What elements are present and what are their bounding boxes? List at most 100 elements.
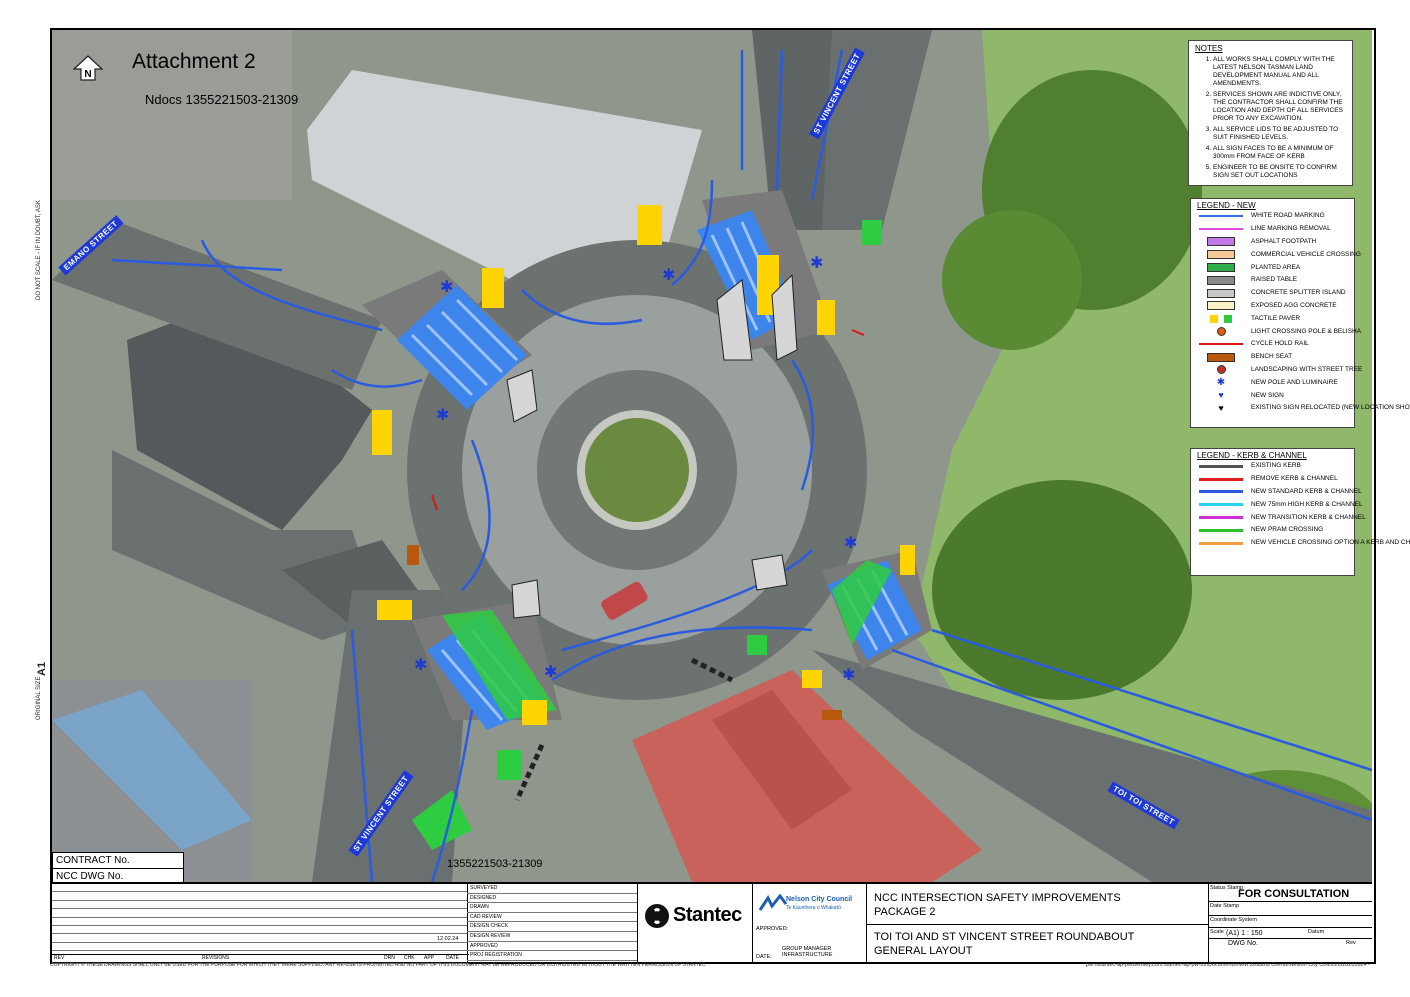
- legend-symbol: [1197, 500, 1245, 509]
- svg-text:✱: ✱: [810, 253, 823, 272]
- legend-kerb-item: NEW TRANSITION KERB & CHANNEL: [1197, 511, 1366, 524]
- legend-kerb-item: NEW STANDARD KERB & CHANNEL: [1197, 486, 1362, 499]
- legend-symbol: [1197, 275, 1245, 285]
- ndocs-reference: Ndocs 1355221503-21309: [145, 92, 299, 107]
- legend-label: LANDSCAPING WITH STREET TREE: [1251, 365, 1363, 373]
- svg-text:✱: ✱: [436, 405, 449, 424]
- svg-text:✱: ✱: [414, 655, 427, 674]
- legend-label: PLANTED AREA: [1251, 263, 1301, 271]
- north-arrow-letter: N: [84, 69, 91, 80]
- legend-label: NEW POLE AND LUMINAIRE: [1251, 378, 1338, 386]
- legend-kerb-item: NEW PRAM CROSSING: [1197, 524, 1348, 537]
- legend-kerb-channel-title: LEGEND - KERB & CHANNEL: [1197, 451, 1307, 460]
- legend-symbol: [1197, 225, 1245, 234]
- status-cell: Status Stamp FOR CONSULTATION Date Stamp…: [1208, 884, 1372, 962]
- signoff-row: CAD REVIEW: [467, 913, 637, 923]
- svg-text:✱: ✱: [544, 662, 557, 681]
- rev-label: Rev: [1346, 940, 1356, 946]
- legend-symbol: [1197, 526, 1245, 535]
- legend-label: TACTILE PAVER: [1251, 314, 1301, 322]
- legend-symbol: [1197, 513, 1245, 522]
- file-path: pw:\\stantec-ap-pw.bentley.com:stantec-a…: [1085, 962, 1370, 968]
- legend-new-item: PLANTED AREA: [1197, 261, 1348, 274]
- app-col-label: APP: [424, 955, 435, 961]
- notes-list: ALL WORKS SHALL COMPLY WITH THE LATEST N…: [1195, 56, 1346, 180]
- legend-label: CONCRETE SPLITTER ISLAND: [1251, 289, 1346, 297]
- legend-label: WHITE ROAD MARKING: [1251, 212, 1325, 220]
- legend-new-item: LIGHT CROSSING POLE & BELISHA: [1197, 325, 1361, 338]
- aerial-plan: ✱ ✱ ✱ ✱ ✱ ✱ ✱ ✱: [52, 30, 1372, 882]
- legend-symbol: [1197, 212, 1245, 221]
- legend-label: NEW STANDARD KERB & CHANNEL: [1251, 487, 1362, 495]
- legend-symbol: ✱: [1216, 377, 1226, 389]
- legend-symbol: [1197, 462, 1245, 471]
- notes-title: NOTES: [1195, 44, 1223, 53]
- legend-label: EXPOSED AGG CONCRETE: [1251, 301, 1337, 309]
- legend-new-item: ♥ EXISTING SIGN RELOCATED (NEW LOCATION S…: [1197, 402, 1410, 415]
- legend-new-item: COMMERCIAL VEHICLE CROSSING: [1197, 248, 1361, 261]
- design-date: 12.02.24: [437, 936, 459, 942]
- legend-new-item: LANDSCAPING WITH STREET TREE: [1197, 364, 1362, 377]
- legend-label: COMMERCIAL VEHICLE CROSSING: [1251, 250, 1361, 258]
- north-arrow-icon: N: [72, 55, 104, 81]
- legend-label: NEW VEHICLE CROSSING OPTION A KERB AND C…: [1251, 539, 1410, 547]
- scale-label: Scale: [1210, 929, 1224, 935]
- svg-text:✱: ✱: [662, 265, 675, 284]
- legend-kerb-item: NEW VEHICLE CROSSING OPTION A KERB AND C…: [1197, 537, 1410, 550]
- note-item: SERVICES SHOWN ARE INDICTIVE ONLY, THE C…: [1213, 91, 1346, 123]
- plan-graphic: ✱ ✱ ✱ ✱ ✱ ✱ ✱ ✱: [52, 30, 1372, 882]
- legend-label: NEW TRANSITION KERB & CHANNEL: [1251, 513, 1366, 521]
- svg-text:✱: ✱: [842, 665, 855, 684]
- revisions-table: REV REVISIONS DRN CHK APP DATE: [52, 884, 469, 964]
- legend-symbol: ♥: [1218, 390, 1224, 401]
- legend-new-item: TACTILE PAVER: [1197, 312, 1348, 325]
- council-subtitle: Te Kaunihera o Whakatū: [786, 905, 841, 911]
- legend-label: EXISTING KERB: [1251, 462, 1301, 470]
- signoff-row: DRAWN: [467, 903, 637, 913]
- rev-col-label: REV: [54, 955, 65, 961]
- legend-label: NEW PRAM CROSSING: [1251, 526, 1324, 534]
- note-item: ALL SERVICE LIDS TO BE ADJUSTED TO SUIT …: [1213, 126, 1346, 142]
- svg-text:✱: ✱: [844, 533, 857, 552]
- copyright-note: COPYRIGHT © THESE DRAWINGS SHALL ONLY BE…: [50, 962, 706, 968]
- note-item: ENGINEER TO BE ONSITE TO CONFIRM SIGN SE…: [1213, 164, 1346, 180]
- legend-symbol: [1197, 314, 1245, 323]
- legend-new-item: CYCLE HOLD RAIL: [1197, 338, 1348, 351]
- signoff-row: DESIGNED: [467, 894, 637, 904]
- approved-label: APPROVED:: [756, 926, 789, 932]
- note-item: ALL SIGN FACES TO BE A MINIMUM OF 300mm …: [1213, 145, 1346, 161]
- legend-label: LINE MARKING REMOVAL: [1251, 225, 1331, 233]
- legend-new-item: ♥ NEW SIGN: [1197, 389, 1348, 402]
- legend-kerb-item: EXISTING KERB: [1197, 460, 1348, 473]
- legend-label: ASPHALT FOOTPATH: [1251, 237, 1317, 245]
- legend-kerb-channel-panel: LEGEND - KERB & CHANNEL EXISTING KERB REM…: [1190, 448, 1410, 576]
- drawing-title-line2: GENERAL LAYOUT: [874, 945, 973, 957]
- legend-symbol: [1197, 288, 1245, 298]
- drawing-title-line1: TOI TOI AND ST VINCENT STREET ROUNDABOUT: [874, 931, 1135, 943]
- datum-label: Datum: [1308, 929, 1325, 935]
- notes-panel: NOTES ALL WORKS SHALL COMPLY WITH THE LA…: [1188, 40, 1353, 186]
- legend-new-item: CONCRETE SPLITTER ISLAND: [1197, 287, 1348, 300]
- legend-symbol: ♥: [1218, 402, 1224, 413]
- drn-col-label: DRN: [384, 955, 395, 961]
- stantec-logo-cell: Stantec: [637, 884, 753, 962]
- legend-new-item: ASPHALT FOOTPATH: [1197, 236, 1348, 249]
- legend-kerb-channel-list: EXISTING KERB REMOVE KERB & CHANNEL NEW ST…: [1197, 460, 1410, 550]
- coordinate-system-label: Coordinate System: [1210, 917, 1257, 923]
- status-stamp: FOR CONSULTATION: [1238, 888, 1350, 900]
- legend-symbol: [1197, 487, 1245, 496]
- legend-kerb-item: NEW 75mm HIGH KERB & CHANNEL: [1197, 498, 1363, 511]
- legend-new-panel: LEGEND - NEW WHITE ROAD MARKING LINE MARK…: [1190, 198, 1410, 428]
- date-label: DATE:: [756, 954, 772, 960]
- stantec-wordmark: Stantec: [673, 904, 742, 926]
- legend-label: REMOVE KERB & CHANNEL: [1251, 475, 1338, 483]
- legend-symbol: [1197, 237, 1245, 247]
- note-item: ALL WORKS SHALL COMPLY WITH THE LATEST N…: [1213, 56, 1346, 88]
- signoff-row: PROJ REGISTRATION: [467, 951, 637, 961]
- signoff-table: SURVEYED DESIGNED DRAWN CAD REVIEW DESIGN CH…: [437, 884, 638, 962]
- signoff-row: DESIGN CHECK: [467, 922, 637, 932]
- legend-label: BENCH SEAT: [1251, 353, 1293, 361]
- original-size-value: A1: [36, 661, 48, 676]
- contract-no-label: CONTRACT No.: [53, 853, 183, 869]
- scale-note: DO NOT SCALE - IF IN DOUBT, ASK: [36, 200, 42, 300]
